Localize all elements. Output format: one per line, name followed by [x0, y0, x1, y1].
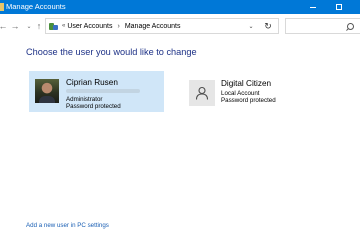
breadcrumb-user-accounts[interactable]: User Accounts: [67, 23, 112, 30]
window-title: Manage Accounts: [6, 2, 66, 11]
forward-button[interactable]: →: [10, 19, 20, 33]
account-role: Administrator: [66, 96, 103, 103]
account-card-ciprian-rusen[interactable]: Ciprian Rusen Administrator Password pro…: [29, 71, 164, 112]
page-title: Choose the user you would like to change: [26, 47, 197, 57]
address-bar: ← → ⌄ ↑ « User Accounts › Manage Account…: [0, 14, 360, 38]
maximize-button[interactable]: [326, 0, 352, 14]
breadcrumb-separator-icon[interactable]: ›: [117, 23, 119, 30]
add-new-user-link[interactable]: Add a new user in PC settings: [26, 222, 109, 229]
account-name: Digital Citizen: [221, 79, 272, 88]
search-input[interactable]: [285, 18, 360, 34]
maximize-icon: [336, 4, 342, 10]
account-status: Password protected: [66, 103, 121, 110]
up-button[interactable]: ↑: [34, 19, 44, 33]
refresh-button[interactable]: ↻: [258, 18, 279, 34]
avatar-shirt: [39, 96, 55, 103]
address-dropdown-button[interactable]: ⌄: [246, 18, 256, 34]
generic-user-icon: [189, 80, 215, 106]
minimize-button[interactable]: [300, 0, 326, 14]
breadcrumb-manage-accounts[interactable]: Manage Accounts: [125, 23, 181, 30]
control-panel-icon: [49, 22, 58, 31]
user-silhouette-icon: [195, 86, 209, 100]
photo-avatar: [35, 79, 59, 103]
redacted-email: [66, 89, 140, 93]
search-icon: [347, 22, 354, 30]
account-card-digital-citizen[interactable]: Digital Citizen Local Account Password p…: [189, 76, 299, 110]
title-bar: Manage Accounts: [0, 0, 360, 14]
account-role: Local Account: [221, 90, 260, 97]
minimize-icon: [310, 6, 316, 8]
refresh-icon: ↻: [264, 20, 272, 31]
user-accounts-app-icon: [0, 3, 4, 11]
account-status: Password protected: [221, 97, 276, 104]
back-button[interactable]: ←: [0, 19, 8, 33]
address-path[interactable]: « User Accounts › Manage Accounts: [45, 18, 279, 34]
recent-locations-button[interactable]: ⌄: [24, 19, 34, 33]
account-name: Ciprian Rusen: [66, 78, 118, 87]
breadcrumb-overflow[interactable]: «: [62, 23, 65, 29]
